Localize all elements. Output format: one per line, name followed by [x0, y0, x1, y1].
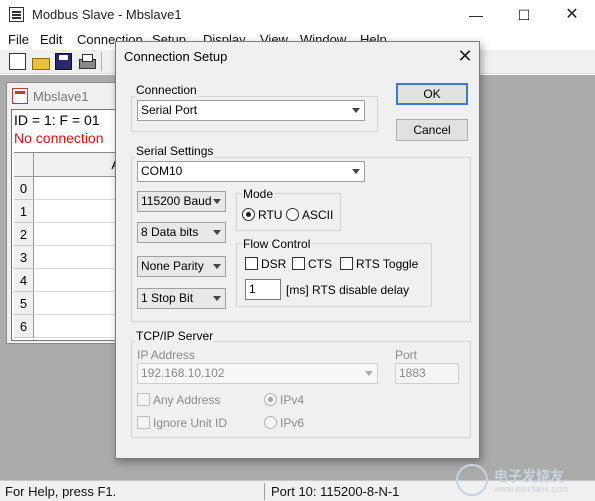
child-body: ID = 1: F = 01 No connection A 0 1 2 3 4… [11, 109, 123, 341]
grid-cell[interactable] [34, 177, 122, 200]
new-icon[interactable] [9, 53, 26, 70]
window-title: Modbus Slave - Mbslave1 [32, 7, 182, 22]
tcp-ip-server-label: TCP/IP Server [135, 329, 215, 343]
toolbar-separator [101, 52, 102, 71]
grid-cell[interactable] [34, 246, 122, 269]
ipv4-radio[interactable] [264, 393, 277, 406]
grid-corner [14, 153, 34, 177]
title-bar: Modbus Slave - Mbslave1 — ☐ ✕ [0, 0, 595, 30]
chevron-down-icon [365, 371, 373, 376]
rts-delay-input[interactable]: 1 [245, 279, 281, 300]
rts-toggle-checkbox[interactable] [340, 257, 353, 270]
cancel-button[interactable]: Cancel [396, 119, 468, 141]
chevron-down-icon [352, 169, 360, 174]
com-port-value: COM10 [141, 164, 183, 178]
chevron-down-icon [213, 230, 221, 235]
rtu-radio[interactable] [242, 208, 255, 221]
connection-type-select[interactable]: Serial Port [137, 100, 365, 121]
watermark-subtext: www.elecfans.com [494, 484, 569, 494]
grid-cell[interactable] [34, 200, 122, 223]
grid-cell[interactable] [34, 292, 122, 315]
open-icon[interactable] [32, 53, 50, 70]
chevron-down-icon [213, 264, 221, 269]
child-title: Mbslave1 [33, 89, 89, 104]
rts-delay-label: [ms] RTS disable delay [286, 283, 410, 297]
ignore-unit-id-checkbox[interactable] [137, 416, 150, 429]
serial-settings-label: Serial Settings [135, 144, 215, 158]
status-divider [264, 483, 265, 500]
grid-cell[interactable] [34, 269, 122, 292]
parity-select[interactable]: None Parity [137, 256, 226, 277]
ok-button[interactable]: OK [396, 83, 468, 105]
port-input[interactable]: 1883 [395, 363, 459, 384]
grid-column-header[interactable]: A [34, 153, 122, 177]
maximize-button[interactable]: ☐ [501, 0, 547, 30]
save-icon[interactable] [55, 53, 72, 70]
data-bits-select[interactable]: 8 Data bits [137, 222, 226, 243]
print-icon[interactable] [78, 53, 96, 70]
dsr-label: DSR [261, 257, 287, 271]
close-button[interactable]: ✕ [549, 0, 595, 30]
stop-bits-value: 1 Stop Bit [141, 291, 194, 305]
status-help-text: For Help, press F1. [5, 484, 117, 499]
grid-cell[interactable] [34, 223, 122, 246]
row-header[interactable]: 5 [14, 292, 34, 315]
connection-setup-dialog: Connection Setup ✕ Connection Serial Por… [115, 41, 480, 459]
menu-edit[interactable]: Edit [40, 32, 62, 47]
status-port-text: Port 10: 115200-8-N-1 [271, 484, 400, 499]
rtu-label: RTU [258, 208, 283, 222]
data-bits-value: 8 Data bits [141, 225, 199, 239]
document-icon [12, 88, 28, 104]
chevron-down-icon [213, 199, 221, 204]
ignore-unit-id-label: Ignore Unit ID [153, 416, 228, 430]
ip-address-select[interactable]: 192.168.10.102 [137, 363, 378, 384]
baud-rate-select[interactable]: 115200 Baud [137, 191, 226, 212]
ascii-radio[interactable] [286, 208, 299, 221]
ipv4-label: IPv4 [280, 393, 305, 407]
row-header[interactable]: 1 [14, 200, 34, 223]
any-address-checkbox[interactable] [137, 393, 150, 406]
watermark-text: 电子发烧友 [494, 468, 564, 484]
menu-file[interactable]: File [8, 32, 29, 47]
grid-cell[interactable] [34, 315, 122, 338]
row-header[interactable]: 0 [14, 177, 34, 200]
child-title-bar[interactable]: Mbslave1 [7, 83, 125, 109]
mode-label: Mode [242, 187, 275, 201]
register-grid: A 0 1 2 3 4 5 6 [14, 152, 122, 339]
ascii-label: ASCII [302, 208, 334, 222]
chevron-down-icon [352, 108, 360, 113]
dsr-checkbox[interactable] [245, 257, 258, 270]
row-header[interactable]: 3 [14, 246, 34, 269]
slave-id-line: ID = 1: F = 01 [14, 112, 100, 128]
baud-rate-value: 115200 Baud [141, 194, 212, 208]
port-label: Port [395, 348, 418, 362]
app-icon [9, 7, 24, 22]
com-port-select[interactable]: COM10 [137, 161, 365, 182]
dialog-title: Connection Setup [124, 49, 228, 64]
any-address-label: Any Address [153, 393, 221, 407]
connection-type-value: Serial Port [141, 103, 198, 117]
watermark-icon [456, 464, 488, 496]
row-header[interactable]: 2 [14, 223, 34, 246]
minimize-button[interactable]: — [453, 0, 499, 30]
mdi-child-window[interactable]: Mbslave1 ID = 1: F = 01 No connection A … [6, 82, 126, 344]
chevron-down-icon [213, 296, 221, 301]
cts-checkbox[interactable] [292, 257, 305, 270]
connection-status: No connection [14, 130, 104, 146]
flow-control-label: Flow Control [242, 237, 312, 251]
ip-address-value: 192.168.10.102 [141, 366, 225, 380]
cts-label: CTS [308, 257, 332, 271]
ip-address-label: IP Address [137, 348, 195, 362]
connection-group-label: Connection [135, 83, 198, 97]
stop-bits-select[interactable]: 1 Stop Bit [137, 288, 226, 309]
ipv6-label: IPv6 [280, 416, 305, 430]
watermark-logo: 电子发烧友 www.elecfans.com [456, 462, 590, 498]
ipv6-radio[interactable] [264, 416, 277, 429]
row-header[interactable]: 6 [14, 315, 34, 338]
row-header[interactable]: 4 [14, 269, 34, 292]
parity-value: None Parity [141, 259, 204, 273]
dialog-close-button[interactable]: ✕ [452, 44, 478, 68]
rts-toggle-label: RTS Toggle [356, 257, 419, 271]
